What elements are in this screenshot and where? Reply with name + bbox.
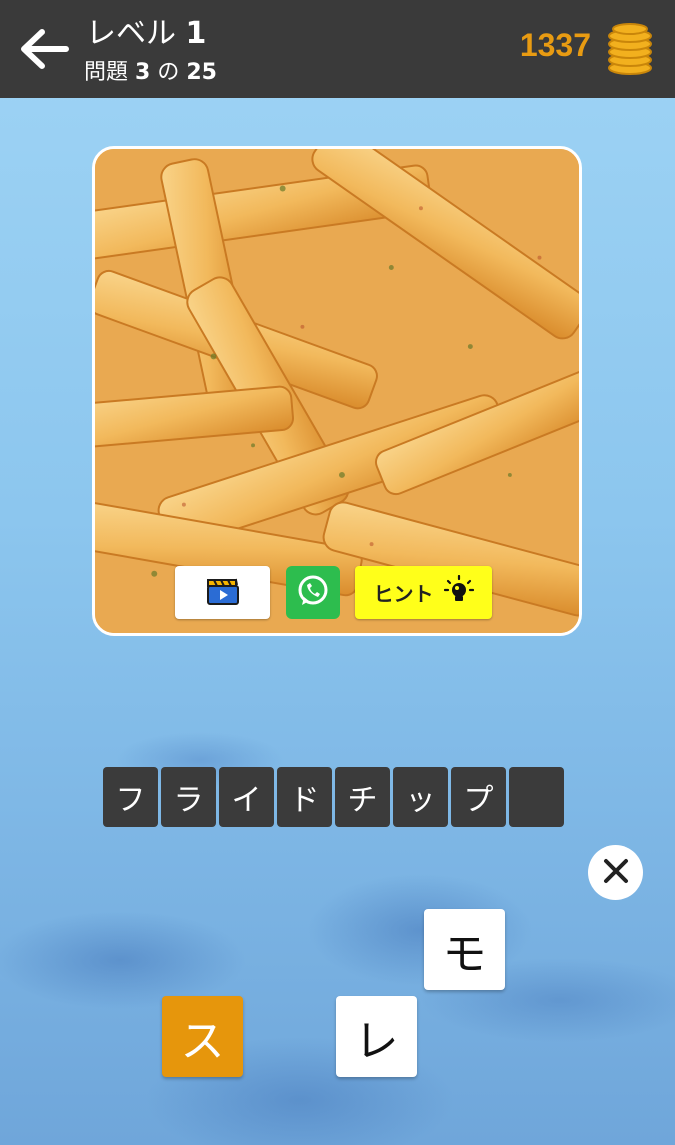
answer-slot[interactable]: プ: [451, 767, 506, 827]
answer-slot-empty[interactable]: [509, 767, 564, 827]
question-total: 25: [186, 60, 217, 85]
coin-count: 1337: [519, 27, 591, 63]
top-bar: レベル 1 問題 3 の 25 1337: [0, 0, 675, 98]
question-progress: 問題 3 の 25: [84, 58, 217, 88]
answer-slot[interactable]: ラ: [161, 767, 216, 827]
puzzle-image: [92, 146, 582, 636]
answer-slot[interactable]: ド: [277, 767, 332, 827]
hint-label: ヒント: [373, 582, 434, 606]
back-arrow-icon[interactable]: [18, 26, 70, 72]
answer-slot[interactable]: チ: [335, 767, 390, 827]
letter-tile-selected[interactable]: ス: [162, 996, 243, 1077]
letter-tile[interactable]: モ: [424, 909, 505, 990]
question-current: 3: [135, 60, 151, 85]
close-icon: [602, 857, 630, 889]
answer-slot[interactable]: フ: [103, 767, 158, 827]
video-clapper-icon: [206, 576, 240, 610]
lightbulb-icon: [443, 574, 474, 610]
clear-answer-button[interactable]: [588, 845, 643, 900]
answer-slot[interactable]: ッ: [393, 767, 448, 827]
question-prefix: 問題: [84, 60, 129, 85]
watch-video-button[interactable]: [175, 566, 270, 619]
fries-photo: [95, 149, 579, 633]
coin-stack-icon: [605, 22, 655, 76]
hint-button[interactable]: ヒント: [355, 566, 492, 619]
answer-slot[interactable]: イ: [219, 767, 274, 827]
whatsapp-icon: [295, 573, 331, 613]
whatsapp-share-button[interactable]: [286, 566, 340, 619]
letter-tile[interactable]: レ: [336, 996, 417, 1077]
level-label: レベル: [86, 16, 176, 51]
level-number: 1: [185, 16, 207, 51]
question-separator: の: [157, 60, 180, 85]
answer-slots: フ ラ イ ド チ ッ プ: [103, 767, 564, 827]
level-title: レベル 1: [86, 16, 206, 52]
